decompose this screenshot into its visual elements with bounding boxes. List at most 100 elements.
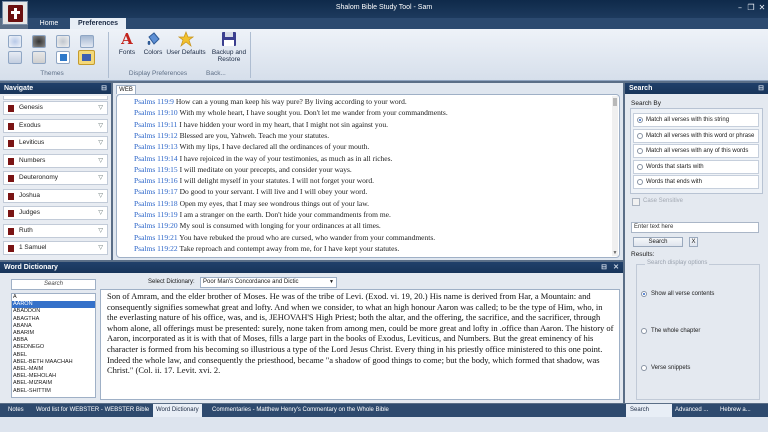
bible-scrollbar[interactable]: ▼ bbox=[612, 96, 618, 256]
theme-gray-icon[interactable] bbox=[32, 51, 46, 64]
verse-reference[interactable]: Psalms 119:20 bbox=[134, 221, 178, 230]
theme-silver-icon[interactable] bbox=[56, 35, 70, 48]
display-option-radio[interactable]: The whole chapter bbox=[641, 327, 700, 336]
word-list-item[interactable]: ABEL-SHITTIM bbox=[12, 388, 95, 395]
verse-text: Blessed are you, Yahweh. Teach me your s… bbox=[179, 130, 330, 140]
word-list-item[interactable]: AARON bbox=[12, 301, 95, 309]
verse-row[interactable]: Psalms 119:15 I will meditate on your pr… bbox=[134, 165, 352, 174]
nav-book-item[interactable]: Leviticus ▽ bbox=[3, 136, 108, 150]
theme-blue-icon[interactable] bbox=[8, 35, 22, 48]
word-list-item[interactable]: ABANA bbox=[12, 323, 95, 330]
nav-book-item[interactable]: Numbers ▽ bbox=[3, 153, 108, 168]
right-panel-tab[interactable]: Hebrew a... bbox=[720, 404, 751, 417]
bottom-tab[interactable]: Commentaries - Matthew Henry's Commentar… bbox=[212, 404, 389, 417]
minimize-button[interactable]: – bbox=[735, 3, 745, 13]
nav-book-item[interactable]: Genesis ▽ bbox=[3, 101, 108, 115]
pin-icon[interactable]: ⊟ bbox=[758, 84, 764, 92]
theme-windows-icon[interactable] bbox=[56, 51, 70, 64]
bottom-tab[interactable]: Word list for WEBSTER - WEBSTER Bible bbox=[36, 404, 149, 417]
nav-book-item[interactable]: Exodus ▽ bbox=[3, 118, 108, 133]
clear-button[interactable]: X bbox=[689, 237, 698, 247]
bottom-tab[interactable]: Notes bbox=[8, 404, 24, 417]
theme-dark-icon[interactable] bbox=[32, 35, 46, 48]
verse-row[interactable]: Psalms 119:22 Take reproach and contempt… bbox=[134, 244, 399, 253]
verse-reference[interactable]: Psalms 119:12 bbox=[134, 131, 178, 140]
word-list[interactable]: A AARON ABADDON ABAGTHA ABANA ABARIM ABBA ABEDN… bbox=[11, 293, 96, 398]
app-menu-button[interactable] bbox=[2, 1, 28, 25]
display-option-radio[interactable]: Verse snippets bbox=[641, 364, 690, 373]
chevron-down-icon: ▽ bbox=[98, 210, 103, 216]
verse-reference[interactable]: Psalms 119:13 bbox=[134, 142, 178, 151]
search-button[interactable]: Search bbox=[633, 237, 683, 247]
nav-book-item[interactable]: Ruth ▽ bbox=[3, 223, 108, 238]
verse-row[interactable]: Psalms 119:14 I have rejoiced in the way… bbox=[134, 154, 392, 163]
nav-book-item[interactable]: Deuteronomy ▽ bbox=[3, 171, 108, 185]
word-list-item[interactable]: ABADDON bbox=[12, 308, 95, 315]
close-icon[interactable]: ✕ bbox=[613, 263, 619, 271]
verse-row[interactable]: Psalms 119:19 I am a stranger on the ear… bbox=[134, 210, 391, 219]
verse-reference[interactable]: Psalms 119:15 bbox=[134, 165, 178, 174]
right-panel-tab[interactable]: Search bbox=[626, 404, 672, 417]
right-panel-tab[interactable]: Advanced ... bbox=[675, 404, 708, 417]
verse-row[interactable]: Psalms 119:20 My soul is consumed with l… bbox=[134, 221, 381, 230]
fonts-button[interactable]: A Fonts bbox=[116, 31, 138, 56]
user-defaults-button[interactable]: User Defaults bbox=[166, 31, 206, 56]
word-list-item[interactable]: ABEDNEGO bbox=[12, 344, 95, 351]
backup-restore-button[interactable]: Backup and Restore bbox=[210, 31, 248, 63]
close-button[interactable]: ✕ bbox=[757, 3, 767, 13]
word-list-item[interactable]: ABEL-BETH MAACHAH bbox=[12, 359, 95, 366]
word-list-item[interactable]: ABEL bbox=[12, 352, 95, 359]
verse-reference[interactable]: Psalms 119:11 bbox=[134, 120, 177, 129]
search-option-radio[interactable]: Match all verses with any of this words bbox=[633, 144, 759, 158]
bottom-tab[interactable]: Word Dictionary bbox=[153, 404, 202, 417]
search-option-radio[interactable]: Words that ends with bbox=[633, 175, 759, 189]
pin-icon[interactable]: ⊟ bbox=[101, 84, 107, 92]
nav-book-item[interactable]: 1 Samuel ▽ bbox=[3, 241, 108, 255]
pin-icon[interactable]: ⊟ bbox=[601, 263, 607, 271]
dictionary-select[interactable]: Poor Man's Concordance and Dictic ▼ bbox=[200, 277, 337, 288]
verse-row[interactable]: Psalms 119:10 With my whole heart, I hav… bbox=[134, 108, 448, 117]
search-option-radio[interactable]: Match all verses with this string bbox=[633, 113, 759, 127]
verse-reference[interactable]: Psalms 119:14 bbox=[134, 154, 178, 163]
theme-metro-icon[interactable] bbox=[78, 50, 95, 65]
verse-row[interactable]: Psalms 119:18 Open my eyes, that I may s… bbox=[134, 199, 369, 208]
word-list-item[interactable]: ABBA bbox=[12, 337, 95, 344]
word-list-item[interactable]: ABAGTHA bbox=[12, 316, 95, 323]
verse-row[interactable]: Psalms 119:12 Blessed are you, Yahweh. T… bbox=[134, 131, 329, 140]
verse-reference[interactable]: Psalms 119:19 bbox=[134, 210, 178, 219]
word-list-item[interactable]: ABEL-MEHOLAH bbox=[12, 373, 95, 380]
verse-reference[interactable]: Psalms 119:9 bbox=[134, 97, 174, 106]
verse-reference[interactable]: Psalms 119:16 bbox=[134, 176, 178, 185]
search-input[interactable]: Enter text here bbox=[631, 222, 759, 233]
verse-row[interactable]: Psalms 119:11 I have hidden your word in… bbox=[134, 120, 388, 129]
verse-reference[interactable]: Psalms 119:17 bbox=[134, 187, 178, 196]
word-list-item[interactable]: A bbox=[12, 294, 95, 301]
scroll-down-icon[interactable]: ▼ bbox=[612, 250, 618, 256]
search-option-radio[interactable]: Match all verses with this word or phras… bbox=[633, 128, 759, 143]
case-sensitive-checkbox[interactable] bbox=[632, 198, 640, 206]
nav-book-item[interactable]: Judges ▽ bbox=[3, 206, 108, 220]
verse-reference[interactable]: Psalms 119:21 bbox=[134, 233, 178, 242]
dictionary-search-input[interactable]: Search bbox=[11, 279, 96, 290]
tab-web[interactable]: WEB bbox=[116, 85, 136, 94]
verse-row[interactable]: Psalms 119:21 You have rebuked the proud… bbox=[134, 233, 435, 242]
verse-reference[interactable]: Psalms 119:18 bbox=[134, 199, 178, 208]
verse-reference[interactable]: Psalms 119:22 bbox=[134, 244, 178, 253]
verse-row[interactable]: Psalms 119:17 Do good to your servant. I… bbox=[134, 187, 367, 196]
verse-reference[interactable]: Psalms 119:10 bbox=[134, 108, 178, 117]
scroll-thumb[interactable] bbox=[613, 98, 617, 106]
word-list-item[interactable]: ABEL-MIZRAIM bbox=[12, 380, 95, 387]
nav-book-item[interactable]: Joshua ▽ bbox=[3, 188, 108, 203]
word-list-item[interactable]: ABEL-MAIM bbox=[12, 366, 95, 373]
colors-button[interactable]: Colors bbox=[141, 31, 165, 56]
verse-row[interactable]: Psalms 119:9 How can a young man keep hi… bbox=[134, 97, 407, 106]
verse-row[interactable]: Psalms 119:13 With my lips, I have decla… bbox=[134, 142, 369, 151]
maximize-button[interactable]: ❐ bbox=[746, 3, 756, 13]
display-option-radio[interactable]: Show all verse contents bbox=[641, 290, 714, 299]
verse-row[interactable]: Psalms 119:16 I will delight myself in y… bbox=[134, 176, 374, 185]
paint-bucket-icon bbox=[145, 31, 161, 47]
theme-classic-icon[interactable] bbox=[8, 51, 22, 64]
theme-office-icon[interactable] bbox=[80, 35, 94, 48]
word-list-item[interactable]: ABARIM bbox=[12, 330, 95, 337]
search-option-radio[interactable]: Words that starts with bbox=[633, 159, 759, 174]
